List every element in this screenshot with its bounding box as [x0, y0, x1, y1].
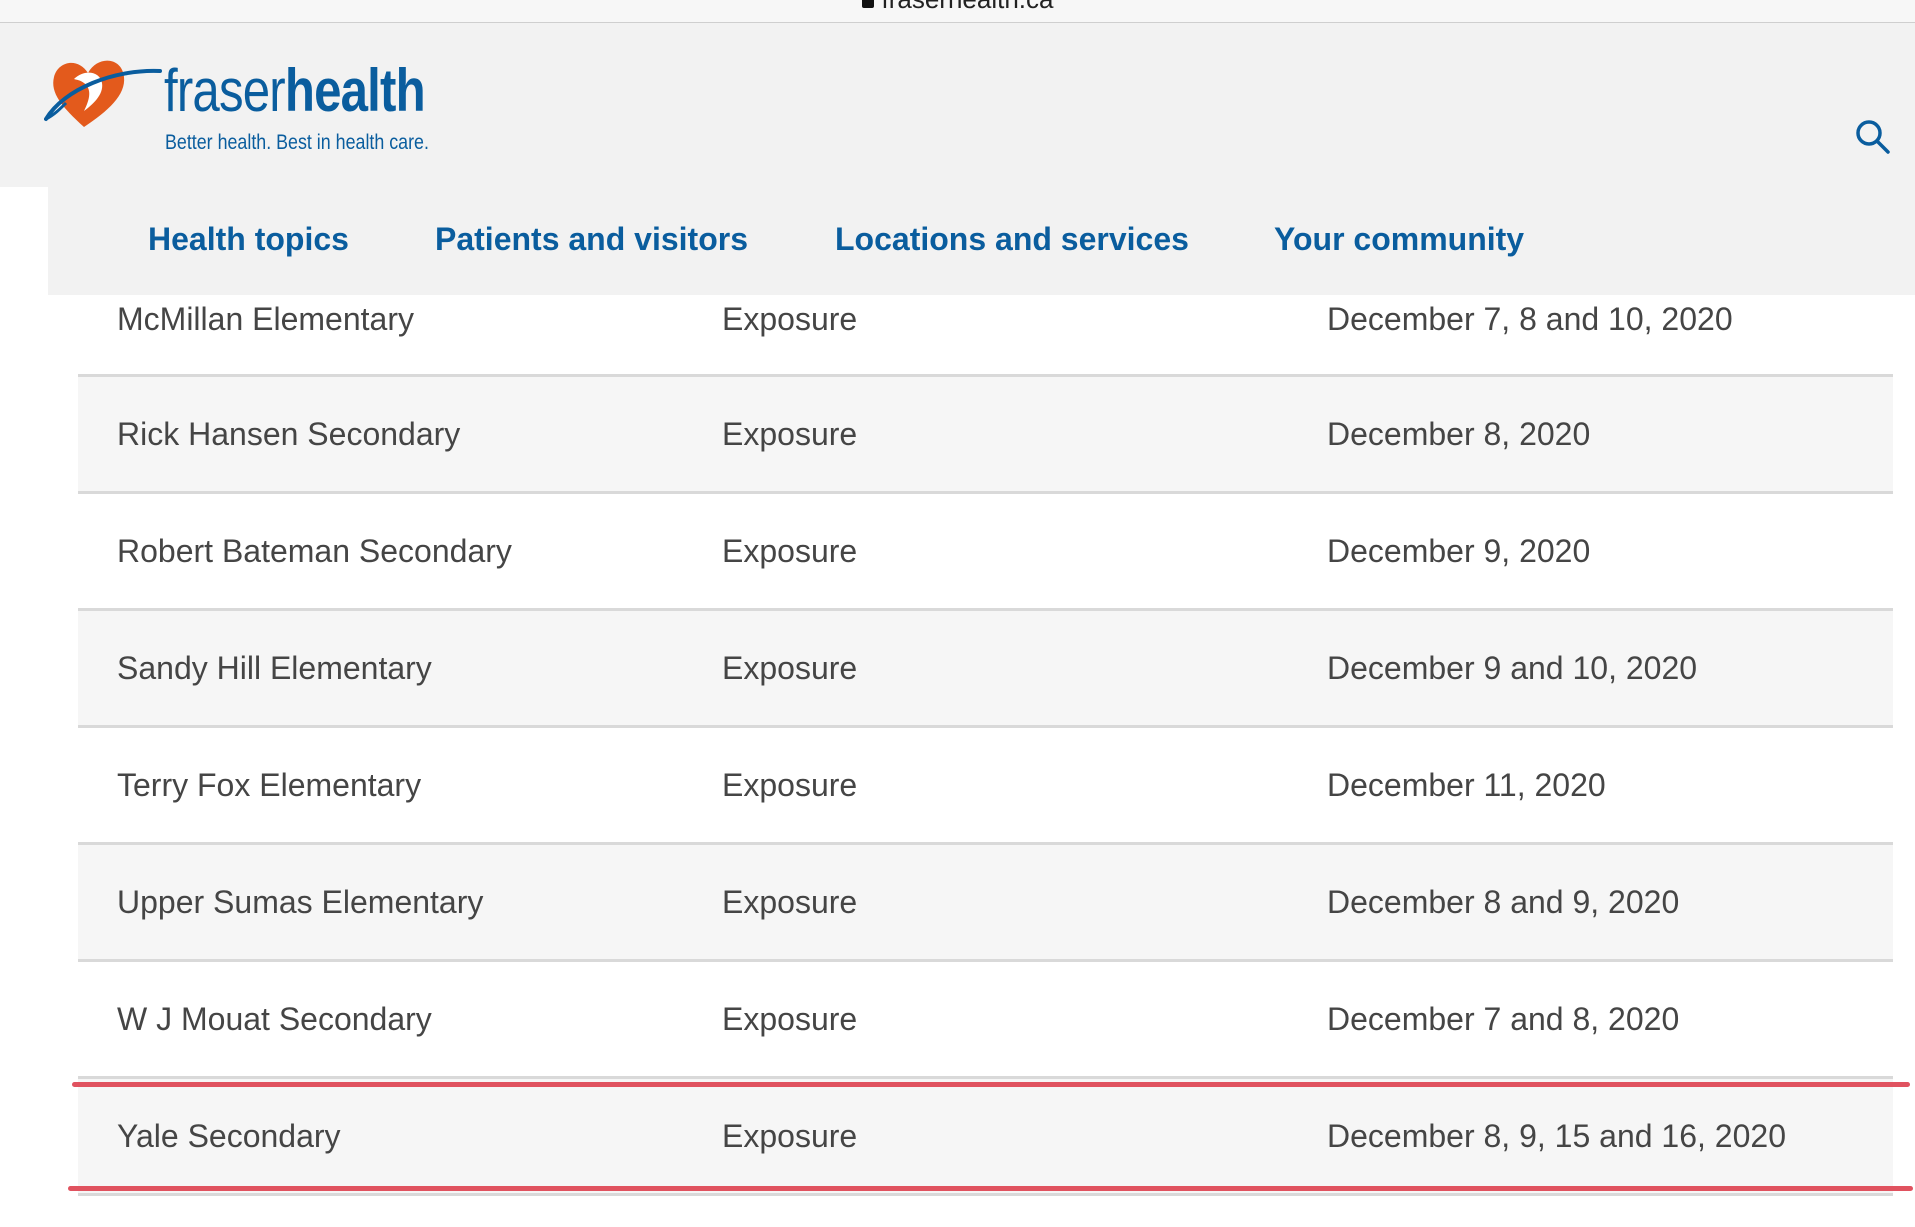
- exposure-dates: December 8, 2020: [1327, 416, 1591, 452]
- exposure-type: Exposure: [722, 416, 858, 452]
- exposure-type: Exposure: [722, 767, 858, 803]
- page: fraserhealth.ca fraserhealth Better heal…: [0, 0, 1915, 1227]
- heart-logo-icon: [44, 60, 162, 127]
- exposure-dates: December 7 and 8, 2020: [1327, 1001, 1680, 1037]
- table-row: Sandy Hill Elementary Exposure December …: [78, 611, 1893, 728]
- exposure-dates: December 11, 2020: [1327, 767, 1606, 803]
- highlight-underline-top: [72, 1082, 1910, 1087]
- exposure-dates: December 8, 9, 15 and 16, 2020: [1327, 1118, 1786, 1154]
- school-name: Rick Hansen Secondary: [117, 416, 461, 452]
- main-navigation: Health topics Patients and visitors Loca…: [48, 187, 1915, 295]
- exposure-type: Exposure: [722, 533, 858, 569]
- table-row: Rick Hansen Secondary Exposure December …: [78, 377, 1893, 494]
- table-row: W J Mouat Secondary Exposure December 7 …: [78, 962, 1893, 1079]
- search-icon[interactable]: [1853, 117, 1893, 157]
- brand-tagline: Better health. Best in health care.: [165, 131, 429, 154]
- brand-name: fraserhealth: [164, 57, 426, 124]
- browser-address-bar[interactable]: fraserhealth.ca: [0, 0, 1915, 23]
- fraser-health-logo[interactable]: fraserhealth Better health. Best in heal…: [44, 49, 429, 159]
- table-row: Robert Bateman Secondary Exposure Decemb…: [78, 494, 1893, 611]
- table-row: McMillan Elementary Exposure December 7,…: [78, 295, 1893, 377]
- school-name: Sandy Hill Elementary: [117, 650, 432, 686]
- school-name: Yale Secondary: [117, 1118, 341, 1154]
- exposure-dates: December 9, 2020: [1327, 533, 1591, 569]
- nav-locations-and-services[interactable]: Locations and services: [835, 221, 1189, 258]
- exposure-dates: December 9 and 10, 2020: [1327, 650, 1698, 686]
- exposure-dates: December 8 and 9, 2020: [1327, 884, 1680, 920]
- nav-your-community[interactable]: Your community: [1274, 221, 1524, 258]
- highlight-underline-bottom: [68, 1186, 1913, 1191]
- school-name: W J Mouat Secondary: [117, 1001, 432, 1037]
- exposure-type: Exposure: [722, 1001, 858, 1037]
- exposure-type: Exposure: [722, 884, 858, 920]
- school-name: Upper Sumas Elementary: [117, 884, 484, 920]
- nav-patients-and-visitors[interactable]: Patients and visitors: [435, 221, 748, 258]
- exposure-table: McMillan Elementary Exposure December 7,…: [78, 295, 1893, 1196]
- site-header: fraserhealth Better health. Best in heal…: [0, 23, 1915, 187]
- exposure-dates: December 7, 8 and 10, 2020: [1327, 301, 1733, 337]
- lock-icon: [861, 0, 874, 8]
- table-row: Upper Sumas Elementary Exposure December…: [78, 845, 1893, 962]
- exposure-type: Exposure: [722, 1118, 858, 1154]
- school-name: Terry Fox Elementary: [117, 767, 422, 803]
- table-row-highlighted: Yale Secondary Exposure December 8, 9, 1…: [78, 1079, 1893, 1196]
- nav-health-topics[interactable]: Health topics: [148, 221, 349, 258]
- exposure-type: Exposure: [722, 301, 858, 337]
- url-text: fraserhealth.ca: [882, 0, 1054, 12]
- table-row: Terry Fox Elementary Exposure December 1…: [78, 728, 1893, 845]
- school-name: McMillan Elementary: [117, 301, 414, 337]
- school-name: Robert Bateman Secondary: [117, 533, 512, 569]
- exposure-type: Exposure: [722, 650, 858, 686]
